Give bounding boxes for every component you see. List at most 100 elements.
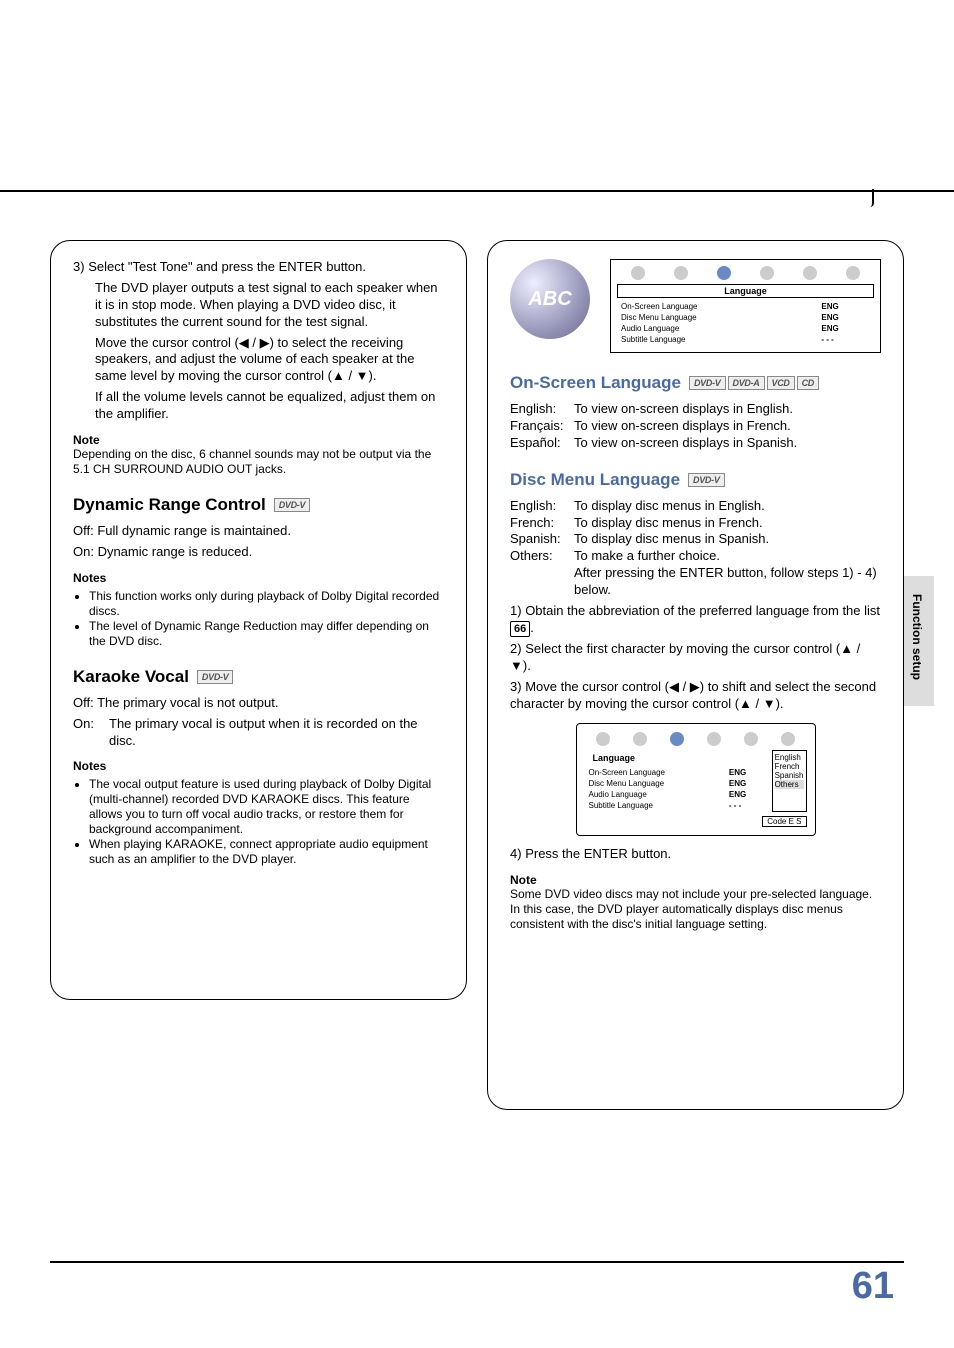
osd-icon — [760, 266, 774, 280]
kv-on-val: The primary vocal is output when it is r… — [109, 716, 444, 750]
kv-note2: When playing KARAOKE, connect appropriat… — [89, 837, 444, 867]
lang-val: To display disc menus in English. — [574, 498, 881, 515]
dml-step3: 3) Move the cursor control (◀ / ▶) to sh… — [510, 679, 881, 713]
page-number: 61 — [852, 1265, 894, 1308]
osd-row-key: Subtitle Language — [587, 801, 725, 810]
footer-rule — [50, 1261, 904, 1263]
side-tab: Function setup — [910, 594, 924, 680]
osd-row-val: ENG — [819, 313, 872, 322]
step-text: Select the first character by moving the… — [510, 641, 860, 673]
step-text: Obtain the abbreviation of the preferred… — [525, 603, 880, 618]
badge-vcd: VCD — [767, 376, 795, 390]
osd-icon — [633, 732, 647, 746]
osd-row-key: Audio Language — [587, 790, 725, 799]
kv-off: Off: The primary vocal is not output. — [73, 695, 444, 712]
osd-option-selected: Others — [775, 780, 804, 789]
dml-step2: 2) Select the first character by moving … — [510, 641, 881, 675]
osd-option: Spanish — [775, 771, 804, 780]
osd-icon-row — [585, 732, 807, 746]
left-column: 3) Select "Test Tone" and press the ENTE… — [50, 240, 467, 1000]
dml-title-row: Disc Menu Language DVD-V — [510, 470, 881, 490]
step-p3: If all the volume levels cannot be equal… — [95, 389, 444, 423]
osd-icon-active — [670, 732, 684, 746]
osd-row-val: - - - — [727, 801, 764, 810]
kv-title-row: Karaoke Vocal DVD-V — [73, 667, 444, 687]
lang-val: To display disc menus in Spanish. — [574, 531, 881, 548]
lang-key: Français: — [510, 418, 570, 435]
step-num: 3) — [510, 679, 522, 694]
lang-val: To view on-screen displays in English. — [574, 401, 881, 418]
osd2-table: On-Screen LanguageENG Disc Menu Language… — [585, 766, 766, 812]
drc-notes: This function works only during playback… — [73, 589, 444, 649]
note-text: Depending on the disc, 6 channel sounds … — [73, 447, 444, 477]
kv-on-row: On: The primary vocal is output when it … — [73, 716, 444, 750]
osd1-table: On-Screen LanguageENG Disc Menu Language… — [617, 300, 874, 346]
step-text: . — [530, 620, 534, 635]
step-3: 3) Select "Test Tone" and press the ENTE… — [73, 259, 444, 423]
step-text: Move the cursor control (◀ / ▶) to shift… — [510, 679, 876, 711]
kv-note1: The vocal output feature is used during … — [89, 777, 444, 837]
lang-val: To view on-screen displays in French. — [574, 418, 881, 435]
lang-key: English: — [510, 401, 570, 418]
kv-notes: The vocal output feature is used during … — [73, 777, 444, 867]
code-box: Code E S — [762, 816, 806, 827]
drc-note1: This function works only during playback… — [89, 589, 444, 619]
osl-title: On-Screen Language — [510, 373, 681, 393]
page-ref: 66 — [510, 621, 530, 637]
lang-key: Others: — [510, 548, 570, 565]
osd2-header: Language — [585, 752, 766, 764]
osd-row-key: Subtitle Language — [619, 335, 817, 344]
note-heading: Note — [510, 873, 881, 887]
badge-dvdv: DVD-V — [688, 473, 725, 487]
drc-title-row: Dynamic Range Control DVD-V — [73, 495, 444, 515]
osl-title-row: On-Screen Language DVD-V DVD-A VCD CD — [510, 373, 881, 393]
osd-icon — [707, 732, 721, 746]
osd-icon-row — [617, 266, 874, 280]
osd-row-val: - - - — [819, 335, 872, 344]
lang-key: Spanish: — [510, 531, 570, 548]
step-num: 1) — [510, 603, 522, 618]
drc-off: Off: Full dynamic range is maintained. — [73, 523, 444, 540]
note-text: Some DVD video discs may not include you… — [510, 887, 881, 932]
step-text: Press the ENTER button. — [525, 846, 671, 861]
lang-val: To view on-screen displays in Spanish. — [574, 435, 881, 452]
badge-dvda: DVD-A — [728, 376, 765, 390]
osd2-options: English French Spanish Others — [772, 750, 807, 812]
osd-row-val: ENG — [819, 324, 872, 333]
dml-list: English:To display disc menus in English… — [510, 498, 881, 566]
osd-row-key: Disc Menu Language — [619, 313, 817, 322]
page-columns: 3) Select "Test Tone" and press the ENTE… — [50, 240, 904, 1248]
lang-key: French: — [510, 515, 570, 532]
step-p1: The DVD player outputs a test signal to … — [95, 280, 444, 331]
badge-dvdv: DVD-V — [197, 670, 234, 684]
step-num: 2) — [510, 641, 522, 656]
osd-row-val: ENG — [727, 779, 764, 788]
drc-note2: The level of Dynamic Range Reduction may… — [89, 619, 444, 649]
osd-option: English — [775, 753, 804, 762]
step-text: Select "Test Tone" and press the ENTER b… — [88, 259, 366, 274]
badge-dvdv: DVD-V — [274, 498, 311, 512]
osd-box-1: Language On-Screen LanguageENG Disc Menu… — [610, 259, 881, 353]
step-num: 4) — [510, 846, 522, 861]
osd1-header: Language — [617, 284, 874, 298]
globe-text: ABC — [528, 288, 571, 311]
osd-icon-active — [717, 266, 731, 280]
globe-icon: ABC — [510, 259, 590, 339]
note-heading: Note — [73, 433, 444, 447]
osd-icon — [803, 266, 817, 280]
kv-title: Karaoke Vocal — [73, 667, 189, 687]
kv-notes-hd: Notes — [73, 759, 444, 773]
lang-val: To make a further choice. — [574, 548, 881, 565]
osd-icon — [596, 732, 610, 746]
osd-row-val: ENG — [727, 790, 764, 799]
dml-title: Disc Menu Language — [510, 470, 680, 490]
osd-row-val: ENG — [819, 302, 872, 311]
dml-step1: 1) Obtain the abbreviation of the prefer… — [510, 603, 881, 637]
osl-list: English:To view on-screen displays in En… — [510, 401, 881, 452]
badge-dvdv: DVD-V — [689, 376, 726, 390]
step-num: 3) — [73, 259, 85, 274]
lang-key: English: — [510, 498, 570, 515]
osd-row-key: Audio Language — [619, 324, 817, 333]
dml-after: After pressing the ENTER button, follow … — [574, 565, 881, 599]
osd-row-key: On-Screen Language — [619, 302, 817, 311]
